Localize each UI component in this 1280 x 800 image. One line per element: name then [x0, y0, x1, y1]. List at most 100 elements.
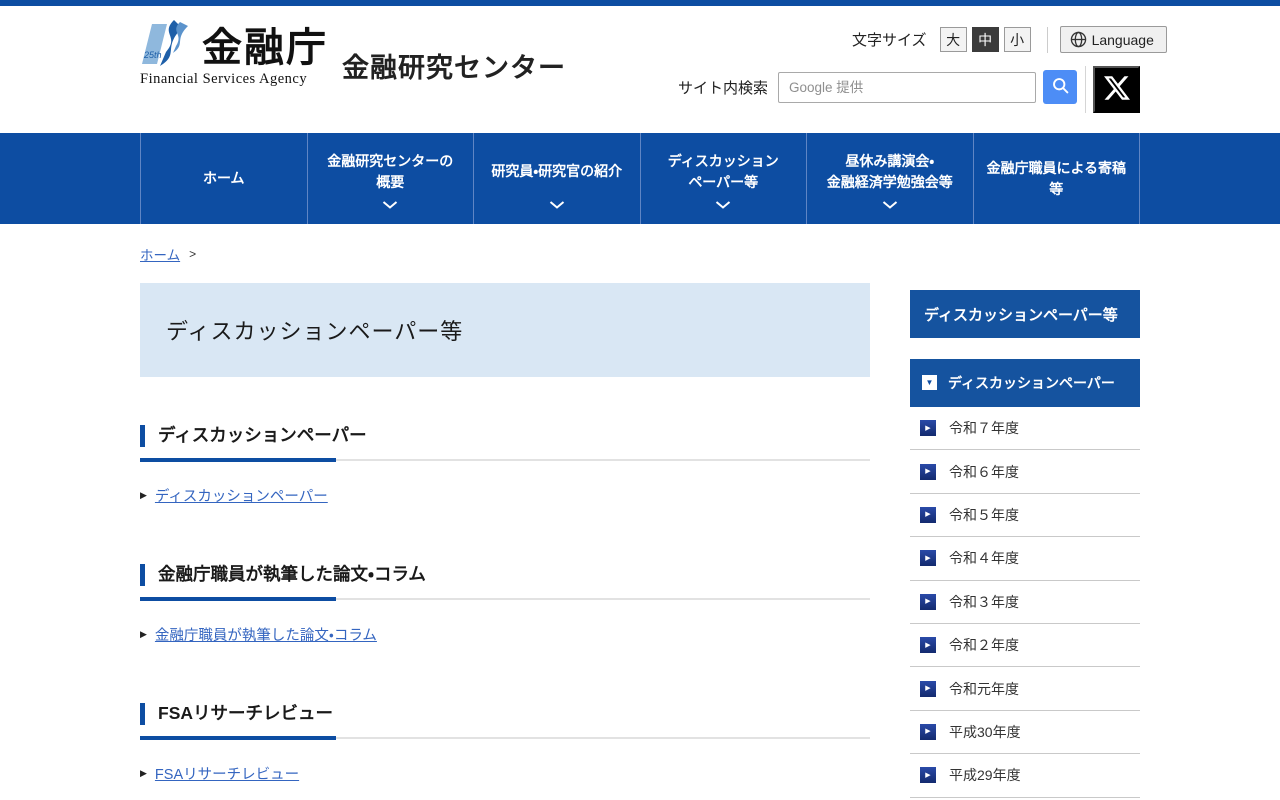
site-logo[interactable]: 25th 金融庁 Financial Services Agency 金融研究セ…: [140, 20, 566, 88]
breadcrumb: ホーム >: [140, 244, 196, 264]
nav-item-home[interactable]: ホーム: [140, 133, 307, 224]
sidebar-item-reiwa1[interactable]: ▶ 令和元年度: [910, 667, 1140, 711]
nav-item-label: ペーパー等: [688, 173, 759, 190]
section-heading: 金融庁職員が執筆した論文・コラム: [140, 563, 870, 586]
font-size-label: 文字サイズ: [852, 32, 927, 49]
fsa-logo-block: 25th 金融庁 Financial Services Agency: [140, 20, 328, 88]
arrow-right-icon: ▶: [920, 767, 936, 784]
dropdown-open-icon: ▼: [922, 375, 937, 390]
sidebar-item-reiwa5[interactable]: ▶ 令和５年度: [910, 493, 1140, 538]
section-staff-papers: 金融庁職員が執筆した論文・コラム ▶ 金融庁職員が執筆した論文・コラム: [140, 563, 870, 645]
arrow-right-icon: ▶: [920, 680, 936, 697]
x-logo-icon: [1103, 75, 1130, 104]
nav-item-label: 昼休み講演会・: [845, 152, 935, 169]
sidebar-item-reiwa2[interactable]: ▶ 令和２年度: [910, 623, 1140, 668]
header-divider: [1046, 26, 1048, 53]
arrow-right-icon: ▶: [140, 767, 147, 778]
agency-name-en: Financial Services Agency: [140, 71, 308, 87]
sidebar-item-label: 平成30年度: [949, 723, 1021, 740]
search-input[interactable]: [778, 71, 1037, 103]
nav-item-label: 金融経済学勉強会等: [826, 173, 953, 190]
sidebar-item-reiwa6[interactable]: ▶ 令和６年度: [910, 450, 1140, 494]
search-button[interactable]: [1043, 70, 1078, 104]
breadcrumb-separator: >: [189, 247, 197, 261]
sidebar-item-reiwa4[interactable]: ▶ 令和４年度: [910, 537, 1140, 581]
nav-item-staff-contributions[interactable]: 金融庁職員による寄稿 等: [972, 133, 1140, 224]
font-size-control: 文字サイズ 大 中 小 Language: [852, 26, 1167, 53]
sidebar-header[interactable]: ディスカッションペーパー等: [910, 290, 1140, 338]
nav-item-discussion-papers[interactable]: ディスカッション ペーパー等: [639, 133, 807, 224]
list-item: ▶ ディスカッションペーパー: [140, 485, 870, 506]
language-button-label: Language: [1091, 31, 1154, 48]
arrow-right-icon: ▶: [920, 420, 936, 437]
arrow-right-icon: ▶: [920, 550, 936, 567]
globe-icon: [1070, 31, 1087, 48]
section-heading: ディスカッションペーパー: [140, 425, 870, 447]
section-heading: FSAリサーチレビュー: [140, 702, 870, 725]
arrow-right-icon: ▶: [920, 723, 936, 740]
arrow-right-icon: ▶: [920, 637, 936, 654]
main-navigation: ホーム 金融研究センターの 概要 研究員・研究官の紹介 ディスカッション ペーパ…: [0, 133, 1280, 224]
breadcrumb-home-link[interactable]: ホーム: [140, 244, 180, 264]
section-divider: [140, 596, 870, 601]
nav-item-lunch-seminars[interactable]: 昼休み講演会・ 金融経済学勉強会等: [806, 133, 973, 224]
chevron-down-icon: [716, 194, 731, 215]
nav-item-label: 金融庁職員による寄稿: [986, 159, 1127, 176]
sidebar-item-label: 令和２年度: [949, 637, 1019, 654]
nav-item-label: 等: [1049, 180, 1064, 197]
section-fsa-research-review: FSAリサーチレビュー ▶ FSAリサーチレビュー: [140, 702, 870, 784]
font-size-small-button[interactable]: 小: [1003, 27, 1031, 52]
nav-item-label: 金融研究センターの: [327, 152, 454, 169]
page-title-banner: ディスカッションペーパー等: [140, 283, 870, 377]
site-search-label: サイト内検索: [678, 79, 769, 97]
sidebar: ディスカッションペーパー等 ▼ ディスカッションペーパー ▶ 令和７年度 ▶ 令…: [910, 290, 1140, 798]
sidebar-item-label: 平成29年度: [949, 767, 1021, 784]
section-divider: [140, 457, 870, 462]
font-size-large-button[interactable]: 大: [939, 27, 967, 52]
discussion-paper-link[interactable]: ディスカッションペーパー: [155, 485, 328, 506]
site-name: 金融研究センター: [342, 53, 566, 83]
section-divider: [140, 735, 870, 740]
arrow-right-icon: ▶: [920, 463, 936, 480]
nav-item-researchers[interactable]: 研究員・研究官の紹介: [473, 133, 640, 224]
sidebar-item-heisei30[interactable]: ▶ 平成30年度: [910, 710, 1140, 755]
staff-papers-link[interactable]: 金融庁職員が執筆した論文・コラム: [155, 624, 377, 645]
chevron-down-icon: [882, 194, 897, 215]
sidebar-item-reiwa7[interactable]: ▶ 令和７年度: [910, 407, 1140, 451]
language-button[interactable]: Language: [1059, 26, 1167, 53]
sidebar-category-label: ディスカッションペーパー: [948, 374, 1115, 391]
svg-text:25th: 25th: [143, 50, 162, 60]
site-header: 25th 金融庁 Financial Services Agency 金融研究セ…: [0, 6, 1280, 133]
section-discussion-paper: ディスカッションペーパー ▶ ディスカッションペーパー: [140, 425, 870, 506]
sidebar-item-label: 令和５年度: [949, 506, 1019, 523]
page-title: ディスカッションペーパー等: [166, 319, 464, 344]
x-social-button[interactable]: [1093, 66, 1140, 113]
font-size-medium-button[interactable]: 中: [971, 27, 999, 52]
header-divider: [1085, 66, 1086, 113]
chevron-down-icon: [383, 194, 398, 215]
chevron-down-icon: [549, 194, 564, 215]
sidebar-category-discussion-paper[interactable]: ▼ ディスカッションペーパー: [910, 359, 1140, 406]
sidebar-item-label: 令和６年度: [949, 463, 1019, 480]
sidebar-item-reiwa3[interactable]: ▶ 令和３年度: [910, 580, 1140, 624]
site-search: サイト内検索: [678, 70, 1078, 104]
nav-item-center-overview[interactable]: 金融研究センターの 概要: [306, 133, 474, 224]
list-item: ▶ 金融庁職員が執筆した論文・コラム: [140, 624, 870, 645]
sidebar-item-label: 令和７年度: [949, 420, 1019, 437]
arrow-right-icon: ▶: [920, 593, 936, 610]
nav-item-label: ディスカッション: [667, 152, 779, 169]
fsa-research-review-link[interactable]: FSAリサーチレビュー: [155, 763, 299, 784]
sidebar-item-heisei29[interactable]: ▶ 平成29年度: [910, 754, 1140, 798]
nav-item-label: 概要: [376, 173, 405, 190]
main-content: ディスカッションペーパー ▶ ディスカッションペーパー 金融庁職員が執筆した論文…: [140, 377, 870, 784]
page: 25th 金融庁 Financial Services Agency 金融研究セ…: [0, 0, 1280, 800]
arrow-right-icon: ▶: [140, 489, 147, 500]
fsa-logo-icon: 25th: [140, 20, 198, 70]
search-icon: [1051, 76, 1070, 98]
list-item: ▶ FSAリサーチレビュー: [140, 763, 870, 784]
sidebar-year-list: ▶ 令和７年度 ▶ 令和６年度 ▶ 令和５年度 ▶ 令和４年度 ▶ 令和３年度 …: [910, 406, 1140, 798]
sidebar-item-label: 令和３年度: [949, 593, 1019, 610]
arrow-right-icon: ▶: [140, 628, 147, 639]
sidebar-item-label: 令和元年度: [949, 680, 1019, 697]
arrow-right-icon: ▶: [920, 506, 936, 523]
